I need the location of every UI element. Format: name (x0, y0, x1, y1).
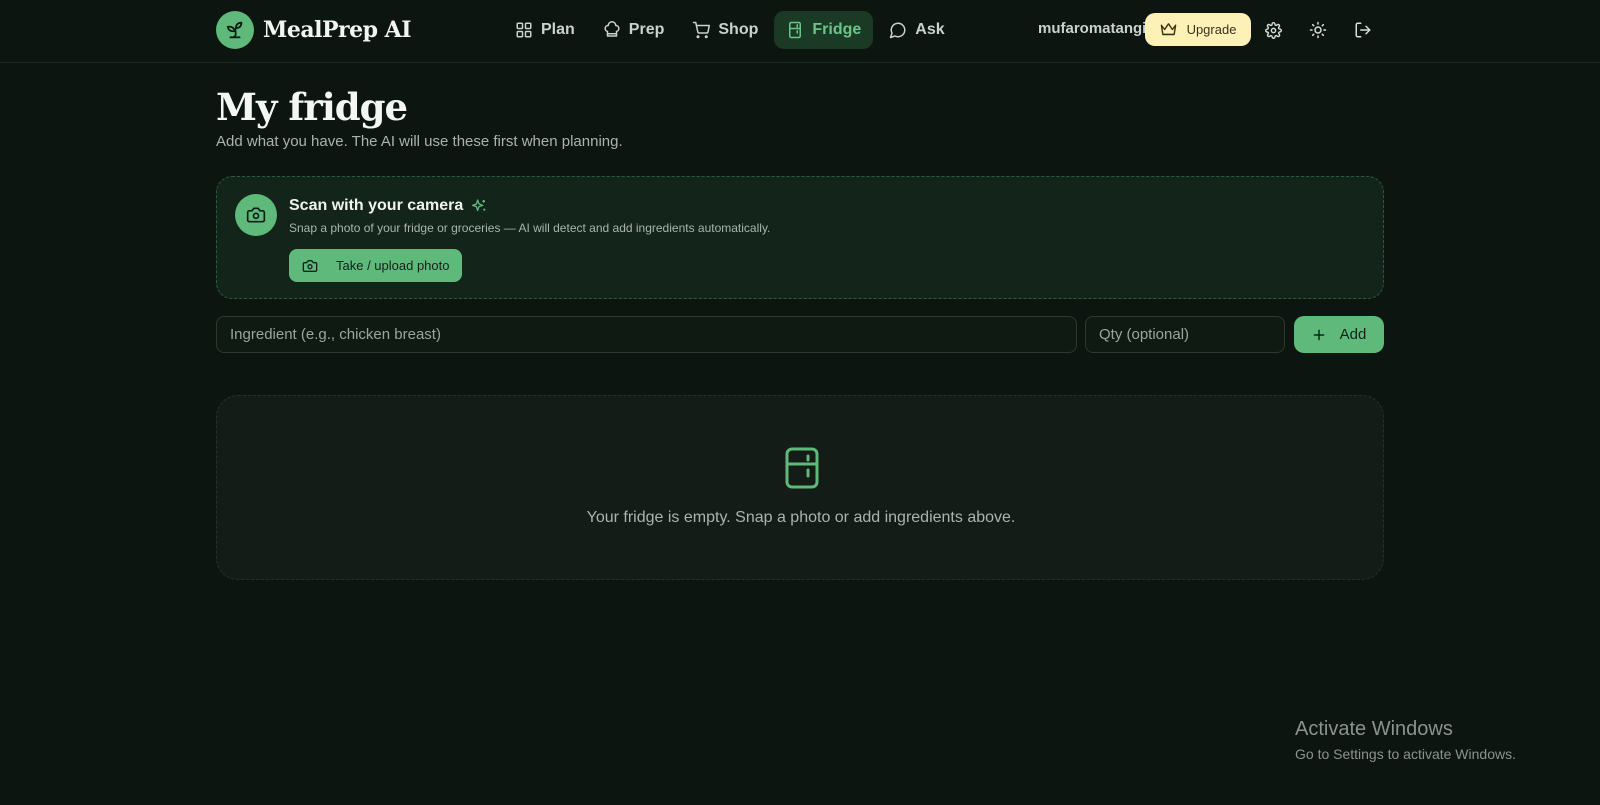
nav-label: Plan (541, 21, 575, 38)
nav-item-fridge[interactable]: Fridge (774, 11, 874, 49)
nav-item-plan[interactable]: Plan (503, 11, 587, 49)
brand-name: MealPrep AI (263, 17, 412, 43)
main-nav: Plan Prep Shop Fridge Ask (503, 11, 957, 49)
page-title: My fridge (216, 85, 408, 129)
qty-input[interactable] (1085, 316, 1285, 353)
chat-icon (890, 22, 906, 39)
nav-label: Prep (628, 21, 665, 38)
logout-icon (1355, 22, 1371, 38)
logout-button[interactable] (1350, 17, 1376, 43)
scan-description: Snap a photo of your fridge or groceries… (289, 221, 771, 235)
scan-card: Scan with your camera Snap a photo of yo… (216, 176, 1384, 299)
take-photo-label: Take / upload photo (336, 258, 450, 273)
settings-button[interactable] (1260, 17, 1286, 43)
nav-label: Ask (915, 21, 945, 38)
grid-icon (516, 22, 532, 38)
page-subtitle: Add what you have. The AI will use these… (216, 133, 623, 150)
activation-watermark-subtitle: Go to Settings to activate Windows. (1295, 746, 1516, 762)
nav-item-prep[interactable]: Prep (591, 11, 677, 49)
crown-icon (1160, 23, 1176, 36)
nav-item-shop[interactable]: Shop (680, 11, 770, 49)
scan-title-row: Scan with your camera (289, 197, 487, 215)
plus-icon (1313, 329, 1325, 340)
username[interactable]: mufaromatangi (1038, 20, 1146, 37)
take-photo-button[interactable]: Take / upload photo (289, 249, 462, 282)
empty-state: Your fridge is empty. Snap a photo or ad… (216, 395, 1384, 580)
camera-icon (302, 259, 318, 272)
empty-state-message: Your fridge is empty. Snap a photo or ad… (586, 509, 1016, 526)
nav-label: Fridge (812, 21, 862, 38)
activation-watermark-title: Activate Windows (1295, 718, 1453, 740)
nav-label: Shop (718, 21, 759, 38)
cart-icon (693, 21, 711, 39)
gear-icon (1264, 21, 1282, 39)
fridge-icon (785, 447, 819, 489)
camera-icon (235, 194, 277, 236)
nav-item-ask[interactable]: Ask (877, 11, 956, 49)
add-ingredient-button[interactable]: Add (1294, 316, 1384, 353)
chef-hat-icon (604, 21, 620, 37)
sprout-icon (216, 11, 254, 49)
theme-toggle-button[interactable] (1305, 17, 1331, 43)
add-label: Add (1339, 326, 1367, 343)
sparkles-icon (472, 199, 486, 212)
ingredient-input[interactable] (216, 316, 1077, 353)
upgrade-label: Upgrade (1186, 22, 1237, 37)
sun-icon (1309, 21, 1327, 39)
brand[interactable]: MealPrep AI (216, 11, 412, 49)
upgrade-button[interactable]: Upgrade (1145, 13, 1251, 46)
top-header: MealPrep AI Plan Prep Shop Fridge Ask mu… (0, 0, 1600, 63)
scan-title: Scan with your camera (289, 197, 464, 214)
fridge-icon (789, 21, 802, 39)
